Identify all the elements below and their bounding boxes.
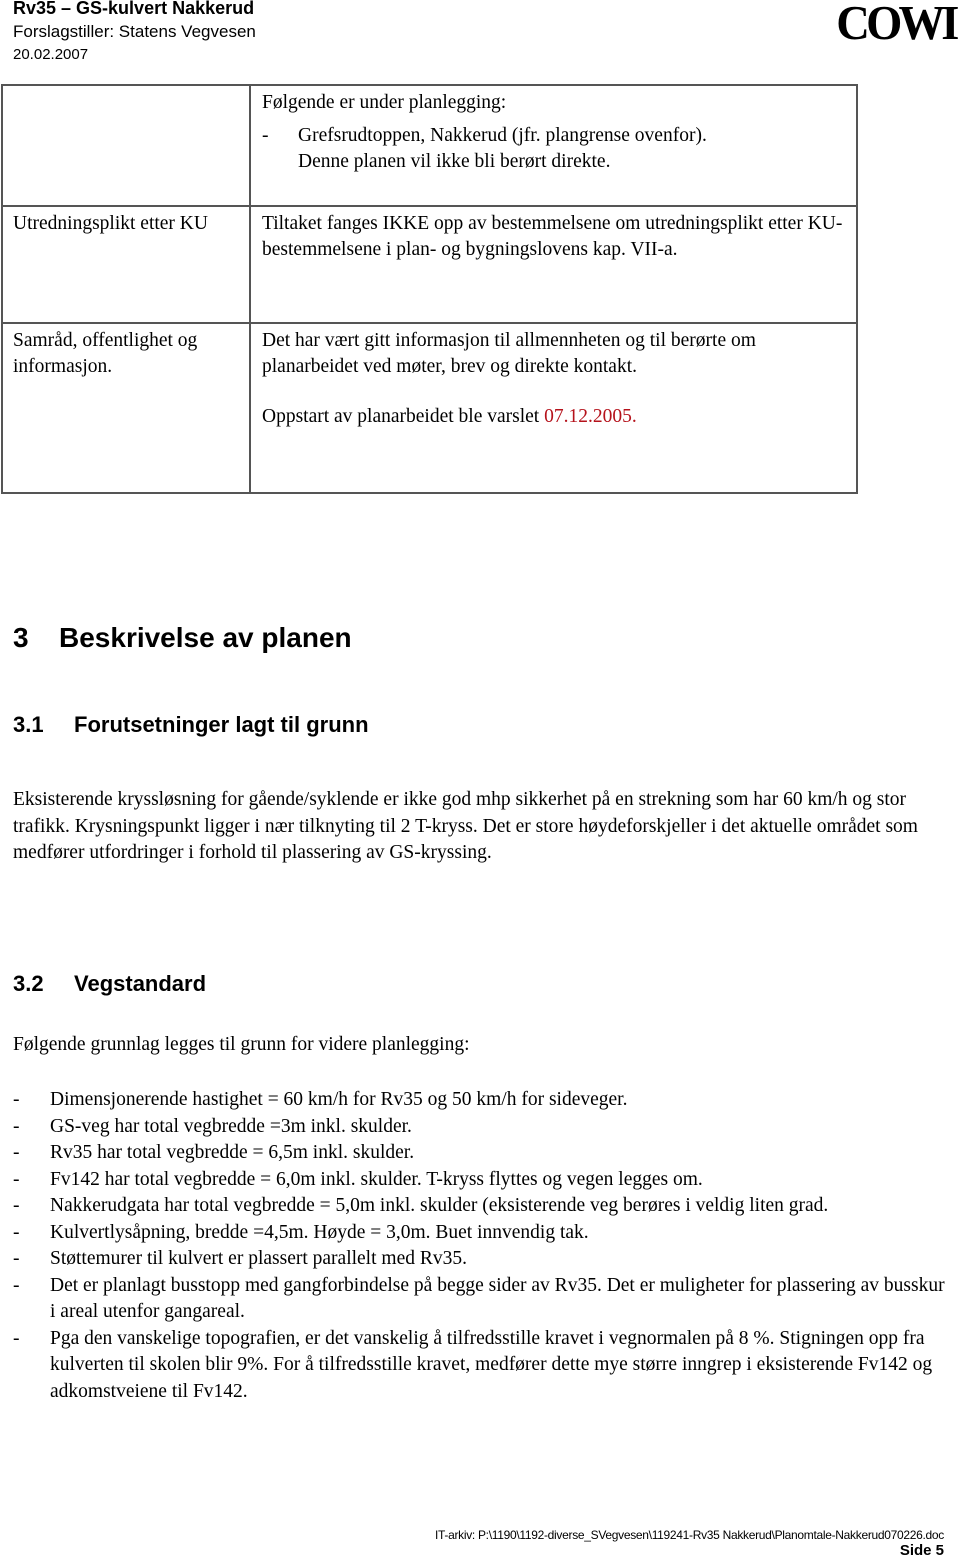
section-number: 3 [13, 622, 29, 653]
dash-bullet: - [13, 1115, 20, 1137]
start-notice-date: 07.12.2005. [544, 406, 637, 427]
list-item-text: Kulvertlysåpning, bredde =4,5m. Høyde = … [50, 1221, 589, 1243]
dash-bullet: - [13, 1168, 20, 1190]
table-row: Utredningsplikt etter KU Tiltaket fanges… [1, 205, 858, 324]
table-cell-text: Det har vært gitt informasjon til allmen… [262, 330, 756, 377]
table-row: Samråd, offentlighet og informasjon. Det… [1, 322, 858, 494]
list-item: - Støttemurer til kulvert er plassert par… [13, 1246, 948, 1273]
body-paragraph: Følgende grunnlag legges til grunn for v… [13, 1034, 470, 1055]
page-number: Side 5 [899, 1542, 944, 1559]
dash-bullet: - [13, 1089, 20, 1110]
table-cell-intro: Følgende er under planlegging: [262, 92, 507, 113]
dash-bullet: - [13, 1327, 20, 1349]
list-item-text: Det er planlagt busstopp med gangforbind… [50, 1274, 945, 1323]
document-date: 20.02.2007 [13, 46, 89, 63]
subsection-number: 3.1 [13, 712, 44, 737]
list-item: - Fv142 har total vegbredde = 6,0m inkl. … [13, 1167, 948, 1194]
table-cell-content: Tiltaket fanges IKKE opp av bestemmelsen… [249, 205, 858, 324]
dash-bullet: - [13, 1221, 20, 1243]
list-item: - Dimensjonerende hastighet = 60 km/h for… [13, 1087, 948, 1114]
list-item: - Grefsrudtoppen, Nakkerud (jfr. plangre… [262, 123, 846, 175]
dash-bullet: - [13, 1274, 20, 1296]
dash-bullet: - [13, 1142, 20, 1163]
table-cell-content: Følgende er under planlegging: - Grefsru… [249, 84, 858, 207]
body-paragraph: Eksisterende kryssløsning for gående/syk… [13, 789, 918, 863]
table-cell-label [1, 84, 251, 207]
list-item-text: Pga den vanskelige topografien, er det v… [50, 1327, 933, 1402]
table-cell-content: Det har vært gitt informasjon til allmen… [249, 322, 858, 494]
list-item: - GS-veg har total vegbredde =3m inkl. sk… [13, 1114, 948, 1141]
list-item-text: Fv142 har total vegbredde = 6,0m inkl. s… [50, 1168, 703, 1190]
list-item: - Det er planlagt busstopp med gangforbin… [13, 1273, 948, 1326]
subsection-heading: 3.1 Forutsetninger lagt til grunn [13, 712, 369, 738]
list-item: - Pga den vanskelige topografien, er det … [13, 1326, 948, 1406]
list-item-text: Denne planen vil ikke bli berørt direkte… [298, 151, 611, 172]
start-notice: Oppstart av planarbeidet ble varslet 07.… [262, 404, 846, 430]
road-standard-list: - Dimensjonerende hastighet = 60 km/h for… [13, 1087, 948, 1405]
table-cell-label: Utredningsplikt etter KU [1, 205, 251, 324]
start-notice-text: Oppstart av planarbeidet ble varslet [262, 406, 545, 427]
list-item-text: Dimensjonerende hastighet = 60 km/h for … [50, 1089, 628, 1110]
list-item: - Rv35 har total vegbredde = 6,5m inkl. s… [13, 1140, 948, 1167]
dash-bullet: - [13, 1248, 20, 1269]
list-item-text: Nakkerudgata har total vegbredde = 5,0m … [50, 1195, 829, 1216]
subsection-title: Forutsetninger lagt til grunn [74, 712, 369, 737]
planning-status-table: Følgende er under planlegging: - Grefsru… [1, 84, 858, 494]
list-item-text: GS-veg har total vegbredde =3m inkl. sku… [50, 1115, 412, 1137]
document-subtitle: Forslagstiller: Statens Vegvesen [13, 22, 256, 41]
section-heading: 3 Beskrivelse av planen [13, 622, 352, 654]
list-item-text: Rv35 har total vegbredde = 6,5m inkl. sk… [50, 1142, 415, 1163]
subsection-title: Vegstandard [74, 971, 207, 996]
subsection-number: 3.2 [13, 971, 44, 996]
list-item: - Kulvertlysåpning, bredde =4,5m. Høyde =… [13, 1220, 948, 1247]
list-item-text: Støttemurer til kulvert er plassert para… [50, 1248, 467, 1269]
footer-file-path: IT-arkiv: P:\1190\1192-diverse_SVegvesen… [434, 1528, 944, 1542]
list-item-text: Grefsrudtoppen, Nakkerud (jfr. plangrens… [298, 125, 707, 146]
subsection-heading: 3.2 Vegstandard [13, 971, 206, 997]
list-item: - Nakkerudgata har total vegbredde = 5,0m… [13, 1193, 948, 1220]
table-row: Følgende er under planlegging: - Grefsru… [1, 84, 858, 207]
table-cell-label: Samråd, offentlighet og informasjon. [1, 322, 251, 494]
cowi-logo: COWI [836, 0, 960, 50]
dash-bullet: - [13, 1195, 20, 1216]
document-title: Rv35 – GS-kulvert Nakkerud [13, 0, 255, 18]
section-title: Beskrivelse av planen [59, 622, 352, 653]
dash-bullet: - [262, 125, 269, 146]
